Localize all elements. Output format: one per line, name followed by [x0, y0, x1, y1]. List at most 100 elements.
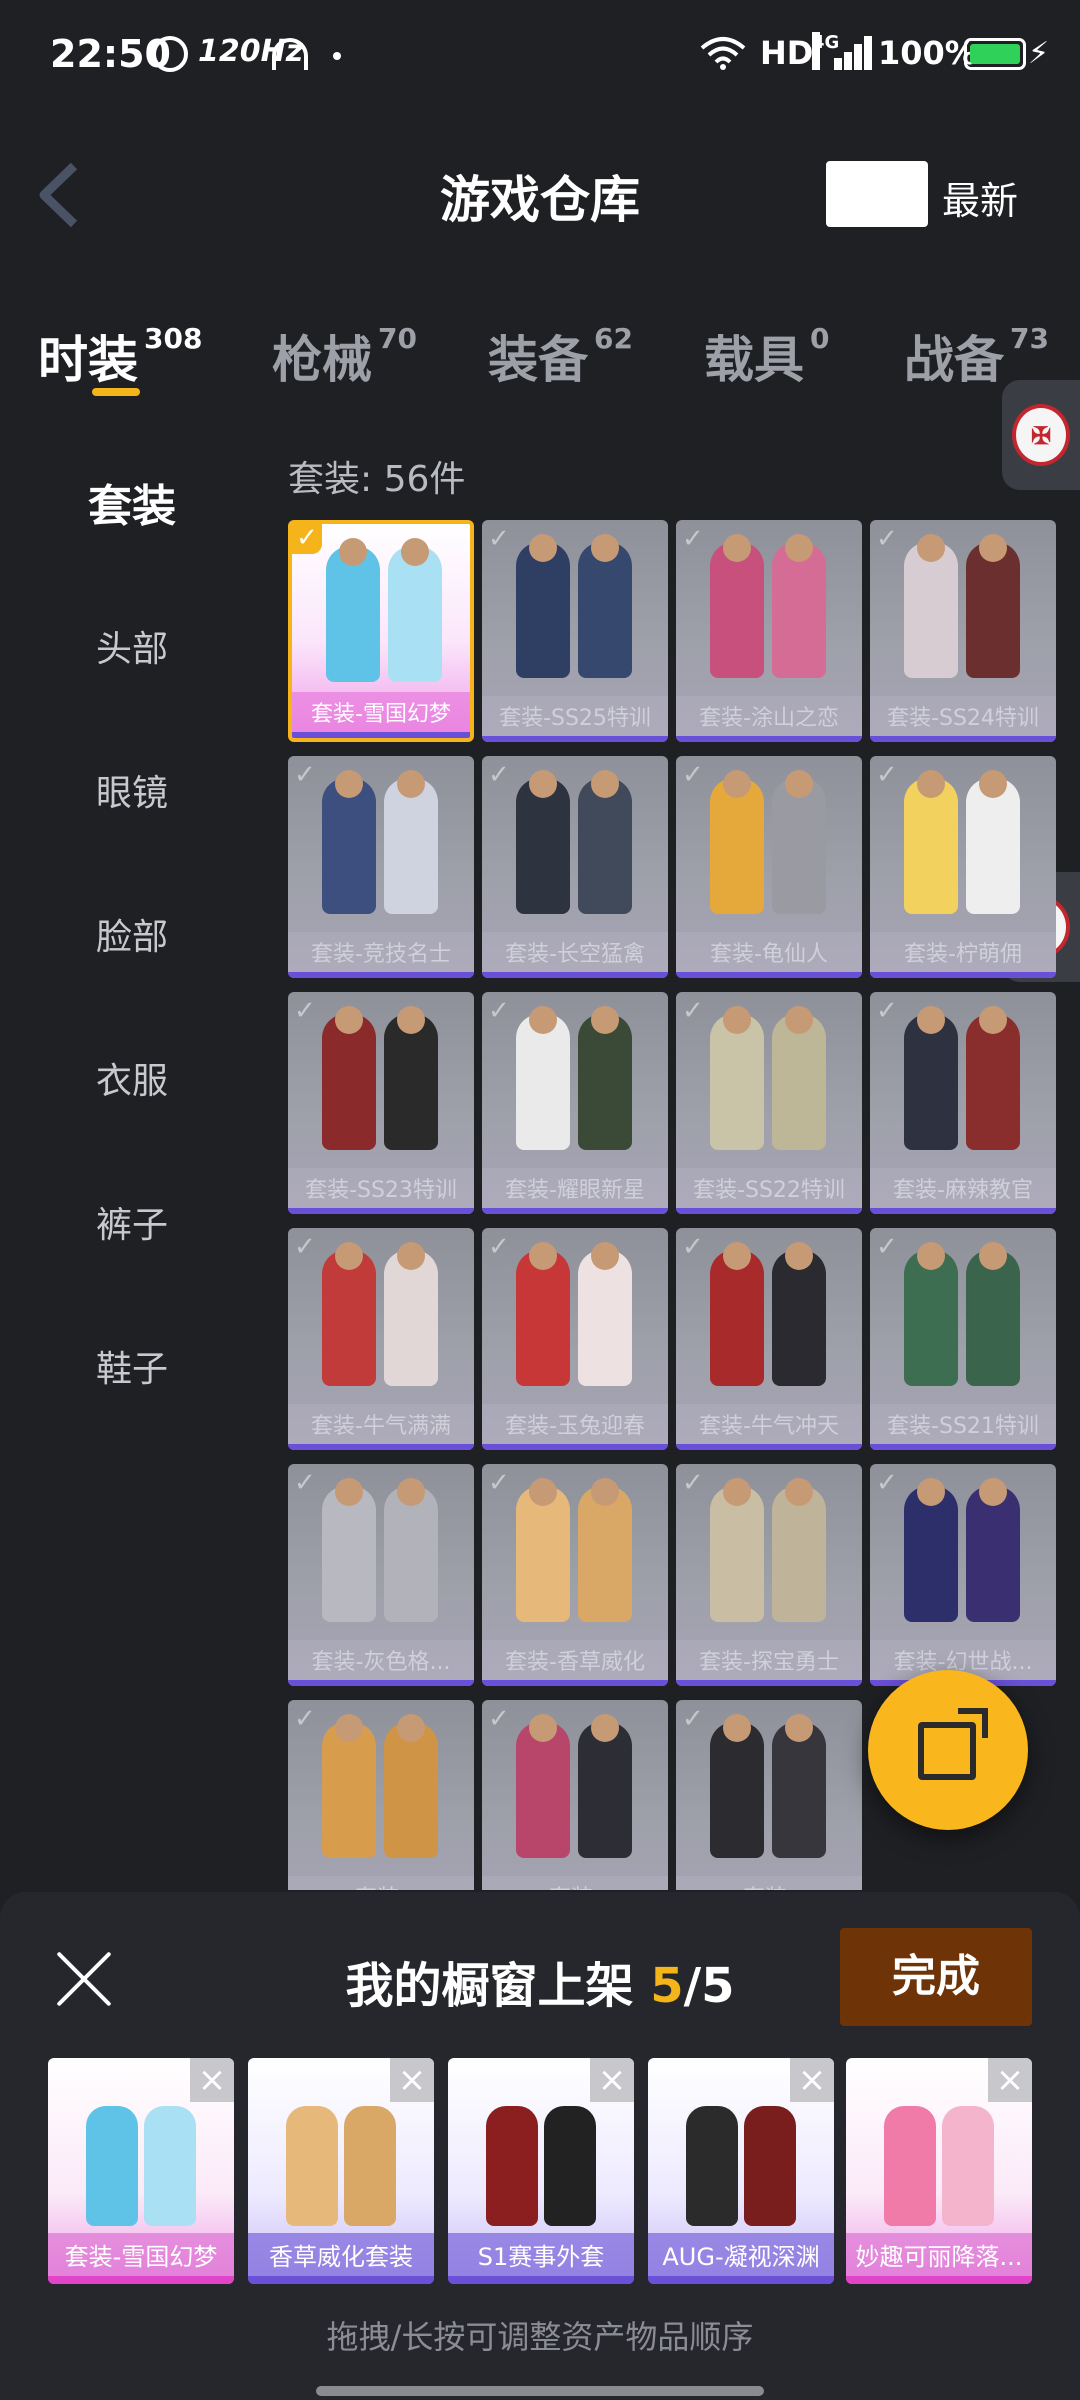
outfit-card[interactable]: ✓ 套装-SS24特训 [870, 520, 1056, 742]
outfit-image [704, 1714, 834, 1864]
outfit-name: 套装- [676, 1876, 862, 1890]
tab-vehicles[interactable]: 载具 0 [704, 320, 829, 392]
outfit-image [510, 1714, 640, 1864]
showcase-item[interactable]: × AUG-凝视深渊 [648, 2058, 834, 2284]
outfit-name: 套装-SS21特训 [870, 1404, 1056, 1444]
check-icon: ✓ [876, 996, 898, 1026]
check-icon: ✓ [876, 1468, 898, 1498]
outfit-card[interactable]: ✓ 套装-雪国幻梦 [288, 520, 474, 742]
outfit-image [510, 770, 640, 920]
outfit-image [898, 534, 1028, 684]
showcase-item[interactable]: × 套装-雪国幻梦 [48, 2058, 234, 2284]
showcase-item-image [278, 2088, 404, 2238]
outfit-card[interactable]: ✓ 套装-灰色格... [288, 1464, 474, 1686]
showcase-item[interactable]: × S1赛事外套 [448, 2058, 634, 2284]
outfit-name: 套装-耀眼新星 [482, 1168, 668, 1208]
tab-weapons[interactable]: 枪械 70 [272, 320, 417, 392]
rarity-bar [482, 1680, 668, 1686]
outfit-card[interactable]: ✓ 套装- [676, 1700, 862, 1890]
outfit-card[interactable]: ✓ 套装-SS23特训 [288, 992, 474, 1214]
outfit-card[interactable]: ✓ 套装-香草威化 [482, 1464, 668, 1686]
subcategory-suit[interactable]: 套装 [0, 470, 264, 534]
subcategory-head[interactable]: 头部 [0, 620, 264, 672]
check-icon: ✓ [876, 760, 898, 790]
rarity-bar [288, 1208, 474, 1214]
outfit-name: 套装-SS24特训 [870, 696, 1056, 736]
outfit-card[interactable]: ✓ 套装-涂山之恋 [676, 520, 862, 742]
outfit-name: 套装-牛气满满 [288, 1404, 474, 1444]
outfit-name: 套装-涂山之恋 [676, 696, 862, 736]
check-icon: ✓ [682, 524, 704, 554]
sort-label[interactable]: 最新 [942, 170, 1018, 225]
outfit-name: 套装-灰色格... [288, 1640, 474, 1680]
outfit-card[interactable]: ✓ 套装-牛气冲天 [676, 1228, 862, 1450]
outfit-card[interactable]: ✓ 套装-SS25特训 [482, 520, 668, 742]
outfit-card[interactable]: ✓ 套装-长空猛禽 [482, 756, 668, 978]
outfit-card[interactable]: ✓ 套装-柠萌佣 [870, 756, 1056, 978]
sort-toggle[interactable] [826, 161, 928, 227]
wifi-icon [700, 37, 746, 70]
floating-badge[interactable]: ✠ [1002, 380, 1080, 490]
tab-fashion[interactable]: 时装 308 [38, 320, 202, 392]
subcategory-face[interactable]: 脸部 [0, 908, 264, 960]
notification-dot-icon [333, 52, 341, 60]
rarity-bar [846, 2276, 1032, 2284]
outfit-card[interactable]: ✓ 套装-探宝勇士 [676, 1464, 862, 1686]
outfit-name: 套装-竞技名士 [288, 932, 474, 972]
outfit-card[interactable]: ✓ 套装-耀眼新星 [482, 992, 668, 1214]
subcategory-glasses[interactable]: 眼镜 [0, 764, 264, 816]
showcase-item[interactable]: × 香草威化套装 [248, 2058, 434, 2284]
showcase-item-name: AUG-凝视深渊 [648, 2233, 834, 2276]
check-icon: ✓ [294, 1232, 316, 1262]
rarity-bar [676, 1444, 862, 1450]
charging-icon: ⚡ [1028, 36, 1050, 71]
outfit-card[interactable]: ✓ 套装-麻辣教官 [870, 992, 1056, 1214]
outfit-name: 套装-香草威化 [482, 1640, 668, 1680]
done-button[interactable]: 完成 [840, 1928, 1032, 2026]
outfit-card[interactable]: ✓ 套装- [482, 1700, 668, 1890]
check-icon: ✓ [488, 1468, 510, 1498]
showcase-item-name: 套装-雪国幻梦 [48, 2233, 234, 2276]
rarity-bar [676, 736, 862, 742]
outfit-card[interactable]: ✓ 套装-玉兔迎春 [482, 1228, 668, 1450]
rarity-bar [288, 972, 474, 978]
outfit-card[interactable]: ✓ 套装-竞技名士 [288, 756, 474, 978]
showcase-item-image [478, 2088, 604, 2238]
outfit-card[interactable]: ✓ 套装-牛气满满 [288, 1228, 474, 1450]
showcase-count: 5 [650, 1958, 684, 2014]
outfit-name: 套装- [288, 1876, 474, 1890]
rarity-bar [292, 732, 470, 738]
check-icon: ✓ [682, 996, 704, 1026]
check-icon: ✓ [876, 524, 898, 554]
network-hd-label: HD [760, 34, 814, 72]
outfit-image [898, 1242, 1028, 1392]
home-indicator[interactable] [316, 2386, 764, 2396]
check-icon: ✓ [488, 1232, 510, 1262]
showcase-item[interactable]: × 妙趣可丽降落... [846, 2058, 1032, 2284]
rarity-bar [676, 972, 862, 978]
outfit-image [704, 770, 834, 920]
subcategory-pants[interactable]: 裤子 [0, 1196, 264, 1248]
rarity-bar [870, 736, 1056, 742]
outfit-name: 套装-SS22特训 [676, 1168, 862, 1208]
outfit-card[interactable]: ✓ 套装-SS21特训 [870, 1228, 1056, 1450]
signal-icon: 4G [812, 32, 872, 70]
share-button[interactable] [868, 1670, 1028, 1830]
rarity-bar [248, 2276, 434, 2284]
outfit-card[interactable]: ✓ 套装-龟仙人 [676, 756, 862, 978]
check-icon: ✓ [292, 524, 322, 554]
network-type-label: 4G [812, 32, 839, 70]
alarm-icon [152, 36, 188, 72]
outfit-image [704, 534, 834, 684]
outfit-image [898, 1478, 1028, 1628]
outfit-card[interactable]: ✓ 套装- [288, 1700, 474, 1890]
outfit-image [316, 1242, 446, 1392]
subcategory-clothes[interactable]: 衣服 [0, 1052, 264, 1104]
battery-icon [964, 38, 1026, 70]
outfit-card[interactable]: ✓ 套装-SS22特训 [676, 992, 862, 1214]
subcategory-shoes[interactable]: 鞋子 [0, 1340, 264, 1392]
outfit-image [316, 1478, 446, 1628]
outfit-card[interactable]: ✓ 套装-幻世战... [870, 1464, 1056, 1686]
tab-equipment[interactable]: 装备 62 [488, 320, 633, 392]
check-icon: ✓ [294, 1468, 316, 1498]
